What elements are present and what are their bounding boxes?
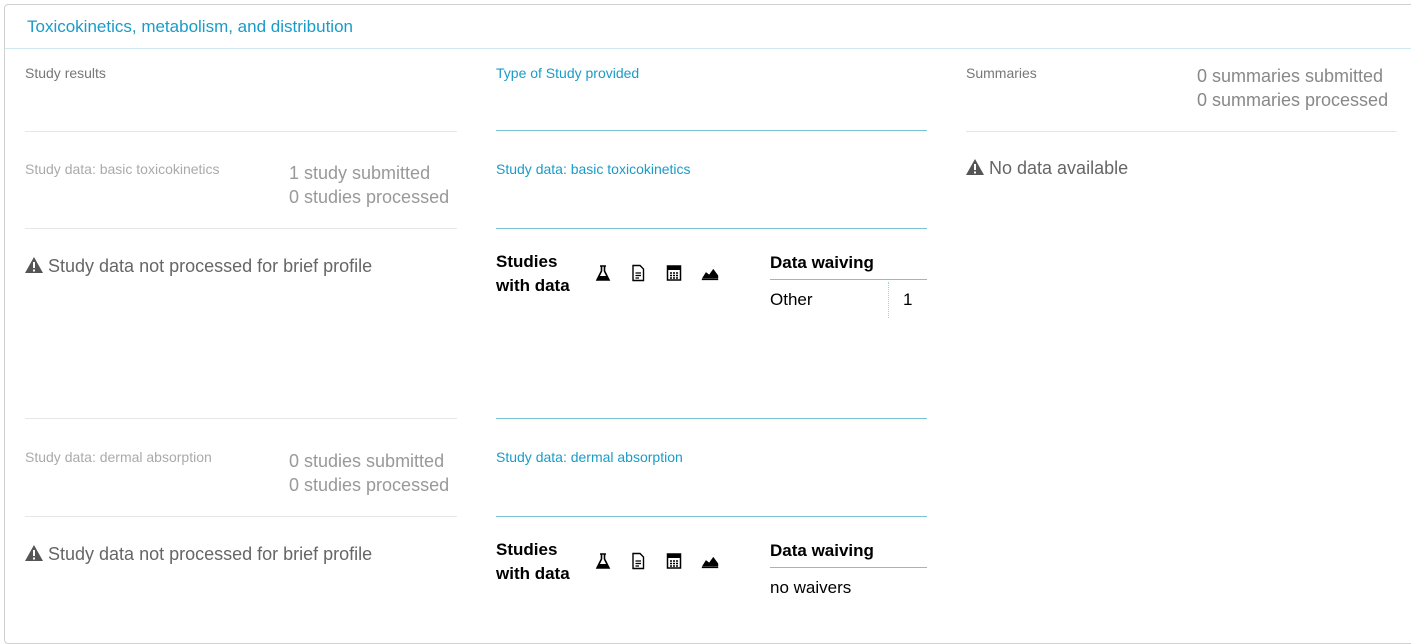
divider xyxy=(25,418,457,419)
not-processed-text: Study data not processed for brief profi… xyxy=(48,256,373,276)
studies-with-data-label: Studies with data xyxy=(496,538,570,586)
warning-icon xyxy=(25,257,43,273)
waiving-count: 1 xyxy=(903,290,913,309)
type-label-dermal[interactable]: Study data: dermal absorption xyxy=(496,449,683,465)
divider xyxy=(966,131,1397,132)
summaries-submitted: 0 summaries submitted xyxy=(1197,66,1384,86)
studies-with-data-label: Studies with data xyxy=(496,250,570,298)
type-label-basic-tk[interactable]: Study data: basic toxicokinetics xyxy=(496,161,691,177)
data-waiving-label: Data waiving xyxy=(770,253,874,272)
area-chart-icon[interactable] xyxy=(701,264,719,282)
summaries-counts: 0 summaries submitted 0 summaries proces… xyxy=(1197,64,1388,112)
studies-with-data-line2: with data xyxy=(496,564,570,583)
panel-header[interactable]: Toxicokinetics, metabolism, and distribu… xyxy=(5,5,1411,49)
data-waiving-label: Data waiving xyxy=(770,541,874,560)
not-processed-message: Study data not processed for brief profi… xyxy=(25,544,372,565)
divider xyxy=(496,516,927,517)
studies-submitted: 0 studies submitted xyxy=(289,451,445,471)
section-label-basic-tk: Study data: basic toxicokinetics xyxy=(25,161,220,177)
studies-with-data-line1: Studies xyxy=(496,540,558,559)
calculator-icon[interactable] xyxy=(665,552,683,570)
column-header-type-of-study[interactable]: Type of Study provided xyxy=(496,65,639,81)
flask-icon[interactable] xyxy=(594,552,612,570)
column-header-summaries: Summaries xyxy=(966,65,1037,81)
studies-with-data-line1: Studies xyxy=(496,252,558,271)
summaries-no-data: No data available xyxy=(966,158,1128,179)
no-waivers-text: no waivers xyxy=(770,578,852,597)
section-counts: 1 study submitted 0 studies processed xyxy=(289,161,449,209)
not-processed-text: Study data not processed for brief profi… xyxy=(48,544,373,564)
studies-with-data-line2: with data xyxy=(496,276,570,295)
calculator-icon[interactable] xyxy=(665,264,683,282)
warning-icon xyxy=(966,159,984,175)
document-icon[interactable] xyxy=(629,552,647,570)
section-label-dermal: Study data: dermal absorption xyxy=(25,449,212,465)
not-processed-message: Study data not processed for brief profi… xyxy=(25,256,372,277)
panel-title: Toxicokinetics, metabolism, and distribu… xyxy=(27,17,353,36)
section-counts: 0 studies submitted 0 studies processed xyxy=(289,449,449,497)
divider xyxy=(496,130,927,131)
summaries-processed: 0 summaries processed xyxy=(1197,90,1389,110)
column-header-study-results: Study results xyxy=(25,65,106,81)
flask-icon[interactable] xyxy=(594,264,612,282)
divider xyxy=(25,228,457,229)
area-chart-icon[interactable] xyxy=(701,552,719,570)
studies-processed: 0 studies processed xyxy=(289,475,450,495)
table-separator xyxy=(888,282,889,318)
divider xyxy=(770,567,927,568)
divider xyxy=(496,228,927,229)
studies-processed: 0 studies processed xyxy=(289,187,450,207)
no-data-text: No data available xyxy=(989,158,1129,178)
divider xyxy=(770,279,927,280)
warning-icon xyxy=(25,545,43,561)
document-icon[interactable] xyxy=(629,264,647,282)
studies-submitted: 1 study submitted xyxy=(289,163,431,183)
divider xyxy=(25,516,457,517)
divider xyxy=(496,418,927,419)
divider xyxy=(25,131,457,132)
waiving-reason: Other xyxy=(770,290,813,309)
